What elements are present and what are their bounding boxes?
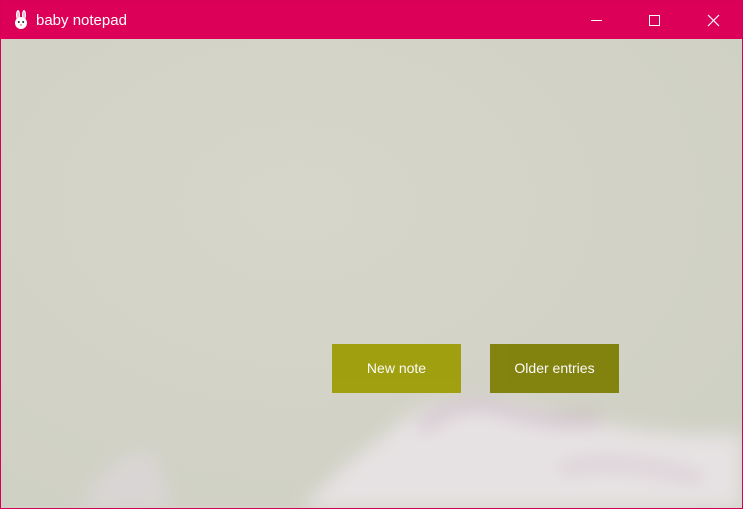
background-photo: New note Older entries <box>1 39 742 508</box>
close-icon <box>707 14 720 27</box>
close-button[interactable] <box>684 1 742 39</box>
minimize-icon <box>591 20 602 21</box>
maximize-button[interactable] <box>625 1 683 39</box>
minimize-button[interactable] <box>567 1 625 39</box>
new-note-button[interactable]: New note <box>332 344 461 393</box>
app-window: baby notepad New note Older entries <box>0 0 743 509</box>
maximize-icon <box>649 15 660 26</box>
window-title: baby notepad <box>36 12 127 29</box>
title-bar[interactable]: baby notepad <box>1 1 742 39</box>
older-entries-button[interactable]: Older entries <box>490 344 619 393</box>
bunny-icon <box>15 10 27 29</box>
blanket-decoration <box>81 397 742 508</box>
